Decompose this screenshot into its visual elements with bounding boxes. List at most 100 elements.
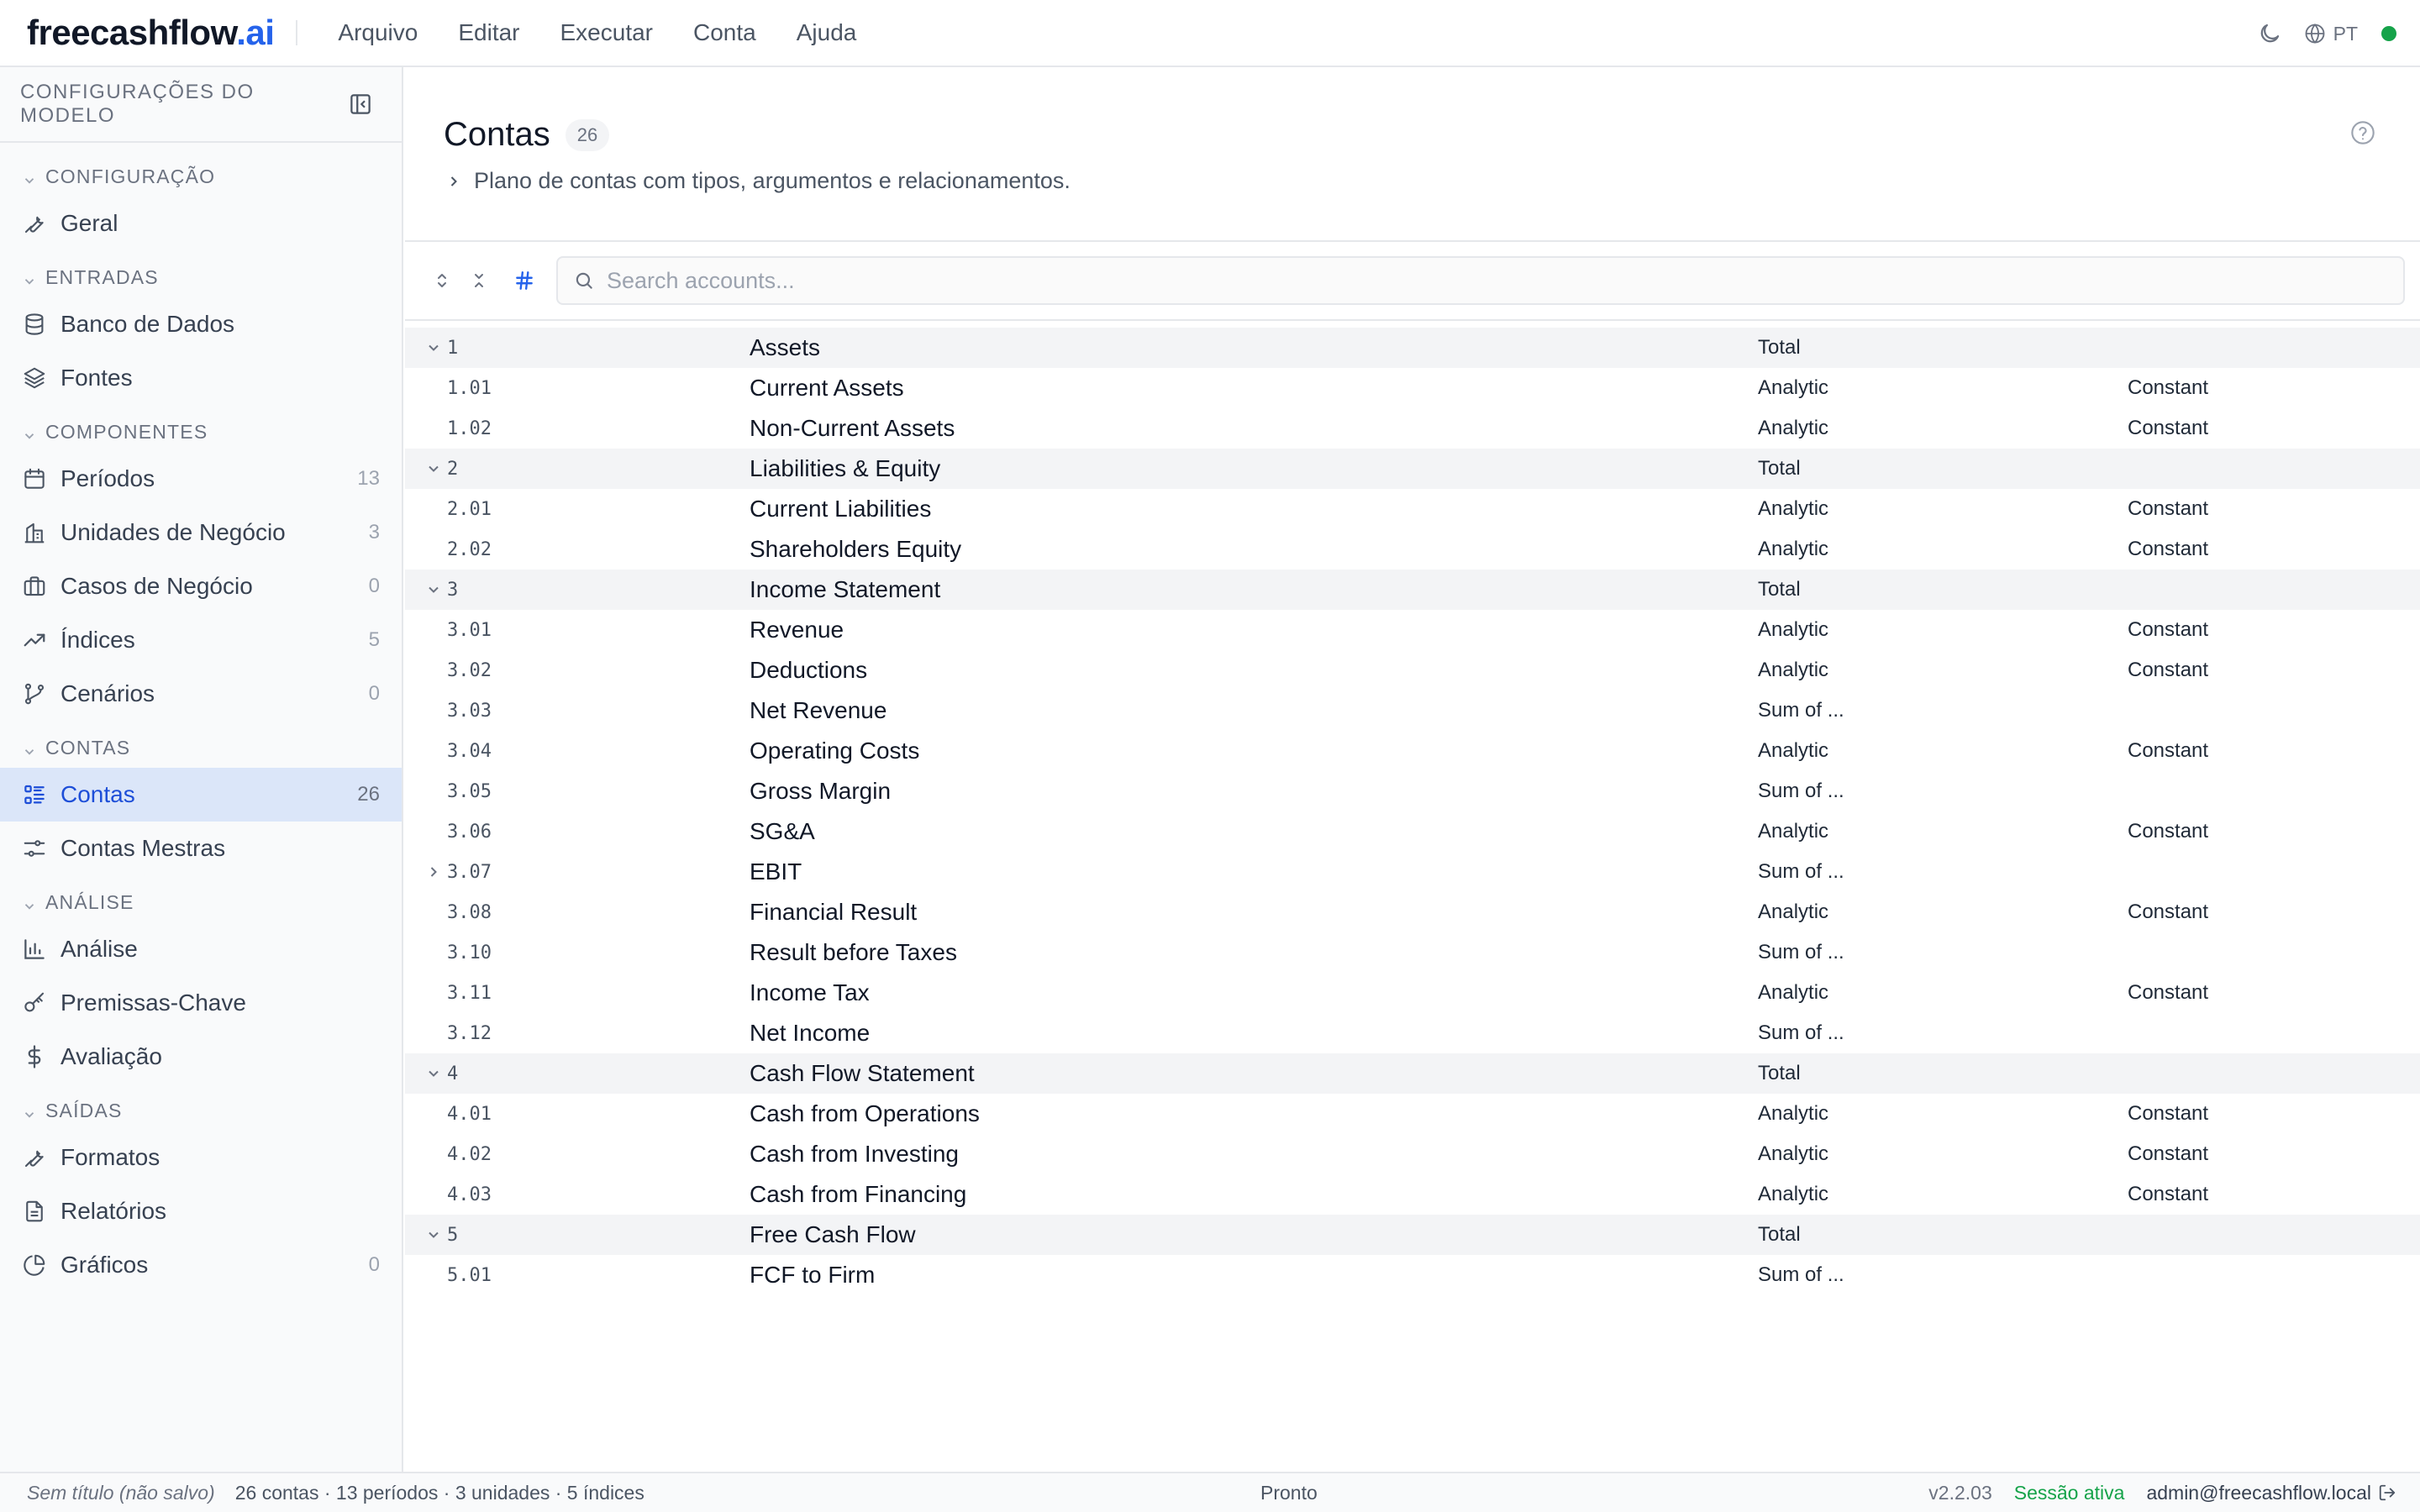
- account-group-row[interactable]: 2 Liabilities & Equity Total: [405, 449, 2420, 489]
- expand-toggle[interactable]: [424, 580, 444, 600]
- help-button[interactable]: [2349, 119, 2376, 146]
- collapse-sidebar-button[interactable]: [348, 92, 373, 117]
- sidebar-item-periodos[interactable]: Períodos 13: [0, 452, 402, 506]
- toggle-codes-button[interactable]: [508, 264, 541, 297]
- sidebar-item-graficos[interactable]: Gráficos 0: [0, 1238, 402, 1292]
- account-row[interactable]: 1.02 Non-Current Assets Analytic Constant: [405, 408, 2420, 449]
- expand-toggle[interactable]: [424, 1225, 444, 1245]
- sidebar-item-label: Cenários: [60, 680, 155, 706]
- sidebar-item-label: Contas: [60, 781, 135, 807]
- section-contas[interactable]: CONTAS: [0, 721, 402, 768]
- account-row[interactable]: 3.02 Deductions Analytic Constant: [405, 650, 2420, 690]
- menu-conta[interactable]: Conta: [673, 19, 776, 46]
- sidebar-item-relatorios[interactable]: Relatórios: [0, 1184, 402, 1238]
- expand-all-button[interactable]: [425, 264, 459, 297]
- account-row[interactable]: 3.04 Operating Costs Analytic Constant: [405, 731, 2420, 771]
- account-row[interactable]: 4.03 Cash from Financing Analytic Constant: [405, 1174, 2420, 1215]
- sidebar-item-label: Gráficos: [60, 1252, 149, 1278]
- user-logout-button[interactable]: admin@freecashflow.local: [2146, 1482, 2396, 1504]
- sidebar-item-label: Casos de Negócio: [60, 573, 253, 599]
- sidebar-item-premissas-chave[interactable]: Premissas-Chave: [0, 976, 402, 1030]
- account-code: 1.01: [447, 377, 492, 399]
- panel-left-close-icon: [350, 94, 371, 114]
- account-group-row[interactable]: 4 Cash Flow Statement Total: [405, 1053, 2420, 1094]
- sidebar-item-contas-mestras[interactable]: Contas Mestras: [0, 822, 402, 875]
- account-group-row[interactable]: 3 Income Statement Total: [405, 570, 2420, 610]
- chevron-down-icon: [24, 904, 34, 910]
- account-name: Cash from Financing: [750, 1181, 967, 1207]
- account-type: Total: [1758, 457, 1801, 480]
- sidebar-item-formatos[interactable]: Formatos: [0, 1131, 402, 1184]
- sidebar-item-indices[interactable]: Índices 5: [0, 613, 402, 667]
- account-row[interactable]: 3.06 SG&A Analytic Constant: [405, 811, 2420, 852]
- account-row[interactable]: 3.10 Result before Taxes Sum of ...: [405, 932, 2420, 973]
- account-code: 4.02: [447, 1143, 492, 1165]
- account-row[interactable]: 3.11 Income Tax Analytic Constant: [405, 973, 2420, 1013]
- sidebar-item-banco-de-dados[interactable]: Banco de Dados: [0, 297, 402, 351]
- account-code: 3.05: [447, 780, 492, 802]
- sidebar-item-label: Geral: [60, 210, 118, 236]
- search-accounts-input[interactable]: [607, 267, 2403, 294]
- theme-toggle-button[interactable]: [2253, 17, 2286, 50]
- expand-toggle[interactable]: [424, 862, 444, 882]
- chevrons-expand-icon: [438, 274, 446, 287]
- sidebar-item-unidades-de-negocio[interactable]: Unidades de Negócio 3: [0, 506, 402, 559]
- account-name: Assets: [750, 334, 821, 360]
- menu-editar[interactable]: Editar: [438, 19, 539, 46]
- account-row[interactable]: 3.01 Revenue Analytic Constant: [405, 610, 2420, 650]
- account-group-row[interactable]: 1 Assets Total: [405, 328, 2420, 368]
- chevron-down-icon: [24, 433, 34, 439]
- section-title: CONFIGURAÇÃO: [45, 165, 216, 187]
- account-row[interactable]: 4.01 Cash from Operations Analytic Constant: [405, 1094, 2420, 1134]
- sidebar-item-analise[interactable]: Análise: [0, 922, 402, 976]
- account-row[interactable]: 3.12 Net Income Sum of ...: [405, 1013, 2420, 1053]
- sidebar-item-contas[interactable]: Contas 26: [0, 768, 402, 822]
- section-configuracao[interactable]: CONFIGURAÇÃO: [0, 150, 402, 197]
- account-name: Deductions: [750, 657, 868, 683]
- account-row[interactable]: 2.01 Current Liabilities Analytic Constant: [405, 489, 2420, 529]
- account-name: Financial Result: [750, 899, 918, 925]
- account-group-row[interactable]: 5 Free Cash Flow Total: [405, 1215, 2420, 1255]
- title-row: Contas 26: [444, 116, 610, 154]
- account-row[interactable]: 3.05 Gross Margin Sum of ...: [405, 771, 2420, 811]
- main-content: Contas 26 Plano de contas com tipos, arg…: [405, 67, 2420, 1472]
- sidebar-item-label: Banco de Dados: [60, 311, 235, 337]
- section-title: ENTRADAS: [45, 266, 159, 288]
- git-branch-icon: [20, 680, 49, 708]
- description-toggle[interactable]: Plano de contas com tipos, argumentos e …: [445, 168, 1071, 194]
- section-analise[interactable]: ANÁLISE: [0, 875, 402, 922]
- account-row[interactable]: 2.02 Shareholders Equity Analytic Constant: [405, 529, 2420, 570]
- app-logo[interactable]: freecashflow.ai: [27, 13, 275, 53]
- sidebar-item-casos-de-negocio[interactable]: Casos de Negócio 0: [0, 559, 402, 613]
- sidebar-item-cenarios[interactable]: Cenários 0: [0, 667, 402, 721]
- account-name: Operating Costs: [750, 738, 920, 764]
- expand-toggle[interactable]: [424, 459, 444, 479]
- account-row[interactable]: 1.01 Current Assets Analytic Constant: [405, 368, 2420, 408]
- sidebar-item-geral[interactable]: Geral: [0, 197, 402, 250]
- collapse-all-button[interactable]: [462, 264, 496, 297]
- account-row[interactable]: 3.07 EBIT Sum of ...: [405, 852, 2420, 892]
- sidebar-item-count: 0: [368, 682, 380, 705]
- sidebar-item-avaliacao[interactable]: Avaliação: [0, 1030, 402, 1084]
- account-row[interactable]: 4.02 Cash from Investing Analytic Constant: [405, 1134, 2420, 1174]
- expand-toggle[interactable]: [424, 1063, 444, 1084]
- sidebar: CONFIGURAÇÕES DO MODELO CONFIGURAÇÃO Ger…: [0, 67, 403, 1472]
- section-entradas[interactable]: ENTRADAS: [0, 250, 402, 297]
- account-row[interactable]: 5.01 FCF to Firm Sum of ...: [405, 1255, 2420, 1295]
- menu-arquivo[interactable]: Arquivo: [318, 19, 438, 46]
- app-version: v2.2.03: [1928, 1481, 1992, 1504]
- sidebar-item-fontes[interactable]: Fontes: [0, 351, 402, 405]
- section-componentes[interactable]: COMPONENTES: [0, 405, 402, 452]
- account-row[interactable]: 3.08 Financial Result Analytic Constant: [405, 892, 2420, 932]
- expand-toggle[interactable]: [424, 338, 444, 358]
- chevron-down-icon: [429, 1231, 439, 1238]
- account-row[interactable]: 3.03 Net Revenue Sum of ...: [405, 690, 2420, 731]
- section-saidas[interactable]: SAÍDAS: [0, 1084, 402, 1131]
- menu-ajuda[interactable]: Ajuda: [776, 19, 877, 46]
- page-header: Contas 26 Plano de contas com tipos, arg…: [405, 67, 2420, 242]
- language-selector[interactable]: PT: [2303, 22, 2358, 45]
- sidebar-nav: CONFIGURAÇÃO Geral ENTRADAS Banco de Dad…: [0, 143, 402, 1292]
- bar-chart-icon: [20, 935, 49, 963]
- menu-executar[interactable]: Executar: [540, 19, 674, 46]
- layers-icon: [20, 364, 49, 392]
